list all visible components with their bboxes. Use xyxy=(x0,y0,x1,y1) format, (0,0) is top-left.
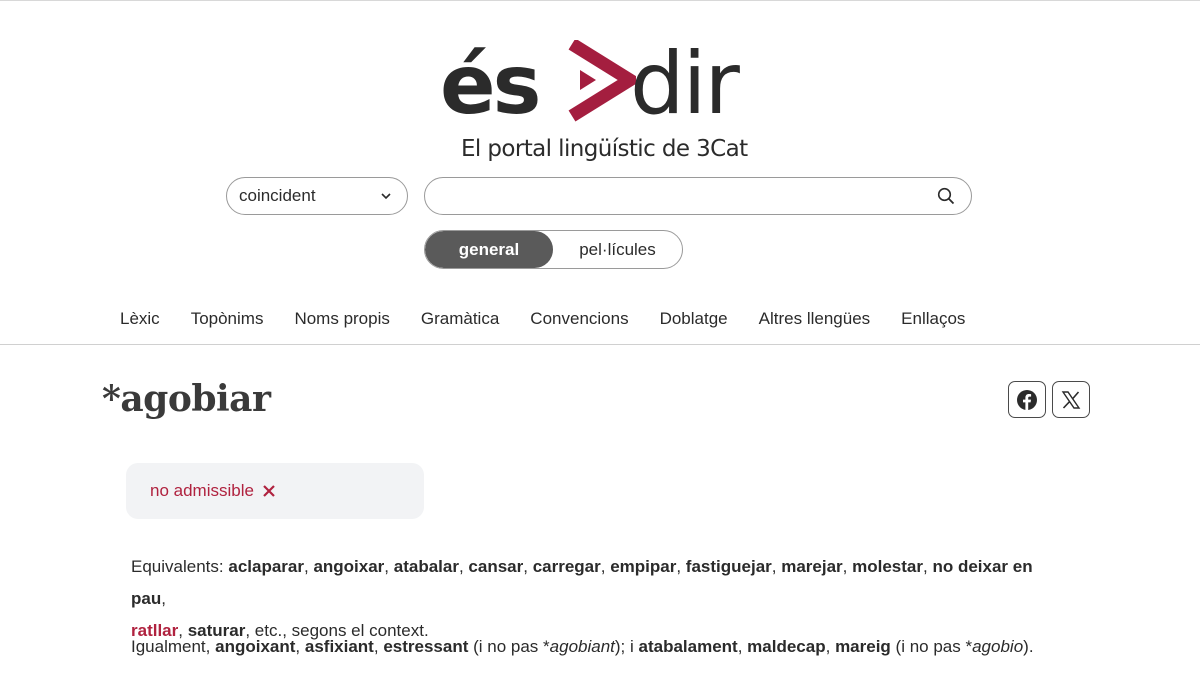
main-nav: Lèxic Topònims Noms propis Gramàtica Con… xyxy=(120,309,996,329)
search-input[interactable] xyxy=(441,184,921,208)
equivalent-word: marejar xyxy=(781,557,843,576)
nav-item-enllacos[interactable]: Enllaços xyxy=(901,309,965,329)
rejected-word: agobio xyxy=(972,637,1024,656)
toggle-option-general[interactable]: general xyxy=(425,231,553,268)
site-logo[interactable]: és dir xyxy=(440,34,760,134)
nav-divider xyxy=(0,344,1200,345)
related-word: asfixiant xyxy=(304,637,374,656)
corpus-toggle[interactable]: general pel·lícules xyxy=(424,230,683,269)
equivalent-word: angoixar xyxy=(313,557,385,576)
equivalent-word: molestar xyxy=(852,557,923,576)
search-mode-select[interactable]: coincident xyxy=(226,177,408,215)
equivalent-word: cansar xyxy=(468,557,524,576)
nav-item-noms-propis[interactable]: Noms propis xyxy=(294,309,389,329)
related-word: maldecap xyxy=(747,637,826,656)
rejected-word: agobiant xyxy=(549,637,615,656)
related-word: mareig xyxy=(835,637,891,656)
share-facebook-button[interactable] xyxy=(1008,381,1046,418)
logo-text-es: és xyxy=(440,38,541,133)
site-tagline: El portal lingüístic de 3Cat xyxy=(461,136,748,162)
not-prefix: (i no pas * xyxy=(895,637,973,656)
status-badge: no admissible xyxy=(126,463,424,519)
equivalent-word: aclaparar xyxy=(228,557,304,576)
nav-item-convencions[interactable]: Convencions xyxy=(530,309,628,329)
equivalent-word: carregar xyxy=(532,557,601,576)
search-field[interactable] xyxy=(424,177,972,215)
related-word: angoixant xyxy=(215,637,296,656)
logo-arrow-mark xyxy=(568,40,636,122)
related-word: atabalament xyxy=(638,637,738,656)
related-word: estressant xyxy=(383,637,469,656)
not-suffix: ). xyxy=(1023,637,1034,656)
page-title: *agobiar xyxy=(102,378,271,420)
facebook-icon xyxy=(1017,389,1037,410)
not-suffix: ); i xyxy=(614,637,634,656)
nav-item-gramatica[interactable]: Gramàtica xyxy=(421,309,499,329)
search-icon[interactable] xyxy=(937,187,955,205)
top-border xyxy=(0,0,1200,4)
related-label: Igualment, xyxy=(131,637,211,656)
search-mode-value: coincident xyxy=(239,186,316,205)
equivalent-word: fastiguejar xyxy=(685,557,772,576)
equivalents-label: Equivalents: xyxy=(131,557,224,576)
not-prefix: (i no pas * xyxy=(473,637,550,656)
nav-item-toponims[interactable]: Topònims xyxy=(191,309,264,329)
nav-item-lexic[interactable]: Lèxic xyxy=(120,309,160,329)
close-icon xyxy=(263,485,275,497)
status-text: no admissible xyxy=(150,481,254,500)
equivalent-word: atabalar xyxy=(393,557,459,576)
logo-text-dir: dir xyxy=(630,34,740,134)
equivalent-word: empipar xyxy=(610,557,677,576)
nav-item-doblatge[interactable]: Doblatge xyxy=(660,309,728,329)
nav-item-altres-llengues[interactable]: Altres llengües xyxy=(759,309,871,329)
toggle-option-pellicules[interactable]: pel·lícules xyxy=(553,231,682,268)
x-icon xyxy=(1061,390,1081,409)
related-paragraph: Igualment, angoixant, asfixiant, estress… xyxy=(131,637,1034,656)
share-x-button[interactable] xyxy=(1052,381,1090,418)
chevron-down-icon xyxy=(381,193,391,200)
